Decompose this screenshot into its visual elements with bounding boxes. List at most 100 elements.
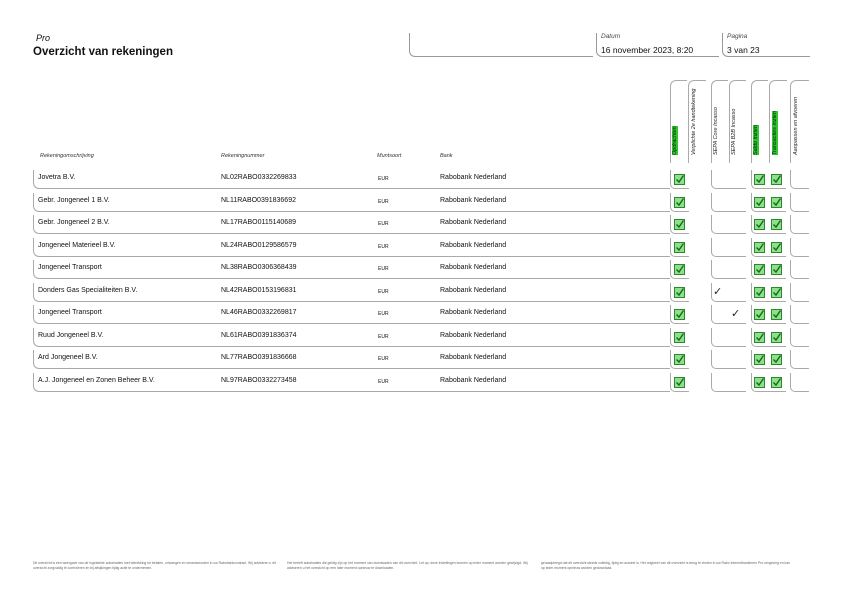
aanpassen-box: [790, 305, 809, 324]
cell-rekeningnummer: NL24RABO0129586579: [221, 241, 297, 249]
aanpassen-box: [790, 282, 809, 302]
vertical-header-1: Verplichte 2e handtekening: [688, 80, 706, 163]
saldo-checkbox: [754, 376, 765, 388]
incasso-box: [711, 215, 746, 234]
vertical-header-label: Saldo inzien: [753, 125, 759, 155]
aanpassen-box: [790, 372, 809, 392]
cell-rekeningnummer: NL38RABO0306368439: [221, 264, 297, 271]
header-blank-box: [409, 33, 593, 57]
saldo-checkbox: [754, 219, 765, 230]
cell-bank: Rabobank Nederland: [440, 219, 507, 226]
pagina-value: 3 van 23: [727, 45, 760, 55]
cell-omschrijving: Jongeneel Materieel B.V.: [38, 241, 116, 249]
datum-box: Datum 16 november 2023, 8:20: [596, 33, 719, 57]
transacties-checkbox: [771, 331, 782, 343]
incasso-box: [711, 170, 746, 189]
table-row: A.J. Jongeneel en Zonen Beheer B.V. NL97R…: [33, 372, 670, 392]
cell-omschrijving: Jovetra B.V.: [38, 174, 76, 181]
opdrachten-checkbox: [674, 174, 685, 185]
cell-omschrijving: Donders Gas Specialiteiten B.V.: [38, 286, 138, 294]
cell-muntsoort: EUR: [378, 311, 389, 317]
opdrachten-checkbox: [674, 331, 685, 343]
aanpassen-box: [790, 327, 809, 347]
cell-rekeningnummer: NL02RABO0332269833: [221, 174, 297, 181]
col-header-omschrijving: Rekeningomschrijving: [40, 153, 94, 159]
cell-bank: Rabobank Nederland: [440, 174, 507, 181]
incasso-box: [711, 237, 746, 257]
datum-label: Datum: [601, 33, 621, 40]
cell-omschrijving: Ruud Jongeneel B.V.: [38, 331, 104, 339]
incasso-box: [711, 327, 746, 347]
vertical-header-label: Verplichte 2e handtekening: [690, 88, 697, 155]
opdrachten-checkbox: [674, 264, 685, 275]
cell-rekeningnummer: NL11RABO0391836692: [221, 196, 296, 204]
cell-omschrijving: A.J. Jongeneel en Zonen Beheer B.V.: [38, 376, 155, 384]
cell-rekeningnummer: NL42RABO0153196831: [221, 286, 297, 294]
saldo-checkbox: [754, 174, 765, 185]
incasso-box: [711, 305, 746, 324]
aanpassen-box: [790, 170, 809, 189]
table-row: Gebr. Jongeneel 2 B.V. NL17RABO0115140689…: [33, 215, 670, 234]
brand-label: Pro: [36, 33, 51, 43]
cell-omschrijving: Jongeneel Transport: [38, 309, 102, 316]
aanpassen-box: [790, 237, 809, 257]
incasso-box: [711, 350, 746, 369]
cell-rekeningnummer: NL77RABO0391836668: [221, 354, 297, 361]
cell-muntsoort: EUR: [378, 176, 389, 182]
vertical-header-5: Transacties inzien: [769, 80, 787, 163]
sepa-b2b-tick: ✓: [731, 308, 741, 320]
cell-rekeningnummer: NL46RABO0332269817: [221, 309, 297, 316]
table-row: Jongeneel Materieel B.V. NL24RABO01295865…: [33, 237, 670, 257]
cell-omschrijving: Ard Jongeneel B.V.: [38, 354, 98, 361]
cell-muntsoort: EUR: [378, 333, 389, 340]
vertical-header-label: SEPA B2B Incasso: [731, 108, 737, 155]
incasso-box: [711, 192, 746, 212]
col-header-bank: Bank: [440, 153, 453, 159]
cell-bank: Rabobank Nederland: [440, 376, 507, 384]
vertical-header-label: SEPA Core Incasso: [713, 107, 719, 155]
cell-muntsoort: EUR: [378, 288, 389, 295]
cell-muntsoort: EUR: [378, 198, 389, 205]
transacties-checkbox: [771, 309, 782, 320]
vertical-header-label: Aanpassen en afvoeren: [793, 96, 799, 155]
vertical-header-0: Opdrachten: [670, 80, 687, 163]
table-row: Ard Jongeneel B.V. NL77RABO0391836668 EUR R…: [33, 350, 670, 369]
datum-value: 16 november 2023, 8:20: [601, 45, 694, 55]
incasso-box: [711, 260, 746, 279]
cell-muntsoort: EUR: [378, 221, 389, 227]
vertical-header-3: SEPA B2B Incasso: [729, 80, 746, 163]
saldo-checkbox: [754, 241, 765, 253]
cell-omschrijving: Gebr. Jongeneel 2 B.V.: [38, 219, 110, 226]
table-row: Donders Gas Specialiteiten B.V. NL42RABO0…: [33, 282, 670, 302]
transacties-checkbox: [771, 196, 782, 208]
footer-disclaimer-1: Dit overzicht is een weergave van de ing…: [33, 561, 276, 570]
table-row: Jongeneel Transport NL38RABO0306368439 EUR…: [33, 260, 670, 279]
transacties-checkbox: [771, 376, 782, 388]
cell-rekeningnummer: NL61RABO0391836374: [221, 331, 297, 339]
table-row: Jovetra B.V. NL02RABO0332269833 EUR Raboban…: [33, 170, 670, 189]
cell-muntsoort: EUR: [378, 243, 389, 250]
transacties-checkbox: [771, 219, 782, 230]
cell-bank: Rabobank Nederland: [440, 309, 507, 316]
cell-omschrijving: Gebr. Jongeneel 1 B.V.: [38, 196, 110, 204]
opdrachten-checkbox: [674, 241, 685, 253]
saldo-checkbox: [754, 286, 765, 298]
saldo-checkbox: [754, 309, 765, 320]
page-title: Overzicht van rekeningen: [33, 46, 173, 58]
col-header-muntsoort: Muntsoort: [377, 153, 402, 159]
pagina-box: Pagina 3 van 23: [722, 33, 810, 57]
opdrachten-checkbox: [674, 354, 685, 365]
pagina-label: Pagina: [727, 33, 748, 40]
table-row: Gebr. Jongeneel 1 B.V. NL11RABO0391836692…: [33, 192, 670, 212]
transacties-checkbox: [771, 241, 782, 253]
footer-disclaimer-2: Het betreft autorisaties die geldig zijn…: [287, 561, 528, 570]
cell-muntsoort: EUR: [378, 266, 389, 272]
cell-bank: Rabobank Nederland: [440, 354, 507, 361]
vertical-header-4: Saldo inzien: [751, 80, 768, 163]
vertical-header-6: Aanpassen en afvoeren: [790, 80, 809, 163]
opdrachten-checkbox: [674, 376, 685, 388]
cell-bank: Rabobank Nederland: [440, 241, 507, 249]
transacties-checkbox: [771, 264, 782, 275]
transacties-checkbox: [771, 286, 782, 298]
saldo-checkbox: [754, 331, 765, 343]
